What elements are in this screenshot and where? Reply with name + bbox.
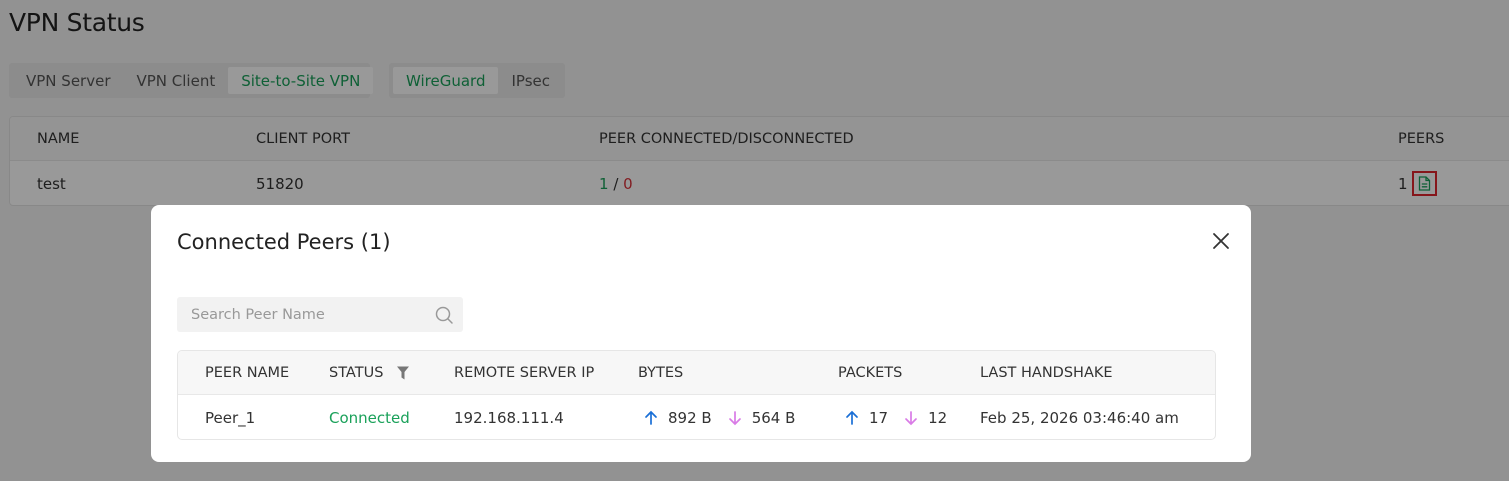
connected-peers-modal: Connected Peers (1) PEER NAME STATUS bbox=[151, 205, 1251, 462]
peers-table: PEER NAME STATUS REMOTE SERVER IP BYTES … bbox=[177, 350, 1216, 440]
status-badge: Connected bbox=[329, 408, 410, 427]
search-icon[interactable] bbox=[433, 304, 455, 326]
search-peer-box bbox=[177, 297, 463, 332]
search-input[interactable] bbox=[177, 306, 433, 323]
column-header-status: STATUS bbox=[329, 351, 410, 394]
arrow-down-icon bbox=[904, 410, 918, 426]
remote-ip-value: 192.168.111.4 bbox=[454, 408, 564, 427]
column-header-remote-ip: REMOTE SERVER IP bbox=[454, 364, 595, 381]
bytes-down: 564 B bbox=[751, 408, 796, 427]
peers-table-header: PEER NAME STATUS REMOTE SERVER IP BYTES … bbox=[178, 351, 1215, 395]
column-header-last-handshake: LAST HANDSHAKE bbox=[980, 364, 1113, 381]
column-header-packets: PACKETS bbox=[838, 364, 903, 381]
arrow-down-icon bbox=[728, 410, 742, 426]
packets-values: 17 12 bbox=[845, 395, 948, 439]
bytes-up: 892 B bbox=[668, 408, 712, 427]
column-header-bytes: BYTES bbox=[638, 364, 684, 381]
status-header-label: STATUS bbox=[329, 364, 384, 381]
table-row: Peer_1 Connected 192.168.111.4 892 B 564… bbox=[178, 395, 1215, 439]
modal-title: Connected Peers (1) bbox=[177, 230, 391, 254]
column-header-peer-name: PEER NAME bbox=[205, 364, 290, 381]
arrow-up-icon bbox=[644, 410, 658, 426]
packets-up: 17 bbox=[869, 408, 889, 427]
bytes-values: 892 B 564 B bbox=[644, 395, 796, 439]
close-icon[interactable] bbox=[1211, 231, 1231, 251]
last-handshake-value: Feb 25, 2026 03:46:40 am bbox=[980, 408, 1179, 427]
peer-name-value: Peer_1 bbox=[205, 408, 256, 427]
packets-down: 12 bbox=[928, 408, 948, 427]
filter-icon[interactable] bbox=[397, 366, 410, 380]
arrow-up-icon bbox=[845, 410, 859, 426]
